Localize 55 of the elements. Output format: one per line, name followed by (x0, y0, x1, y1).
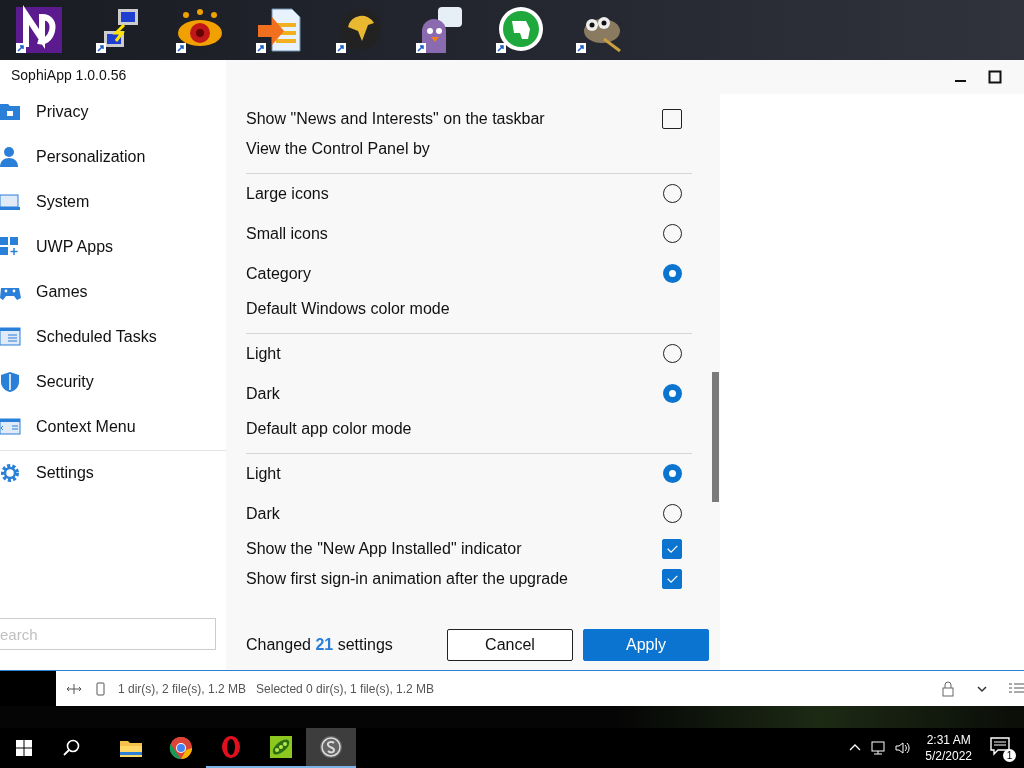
sidebar-item[interactable]: Scheduled Tasks (0, 314, 226, 360)
taskbar-app[interactable] (306, 728, 356, 768)
leaf-icon (269, 735, 293, 759)
ring-icon (219, 735, 243, 759)
option-label: Small icons (246, 224, 328, 243)
browser-icon (169, 736, 193, 760)
section-heading: View the Control Panel by (246, 138, 430, 159)
option-label: Light (246, 344, 281, 363)
network-icon[interactable] (871, 740, 888, 756)
option-label: Category (246, 264, 311, 283)
radio-button[interactable] (663, 464, 682, 484)
lock-icon[interactable] (940, 680, 956, 697)
check-icon (666, 574, 678, 583)
status-text: Selected 0 dir(s), 1 file(s), 1.2 MB (256, 681, 435, 696)
checkbox[interactable] (662, 538, 682, 559)
speaker-icon[interactable] (895, 740, 912, 756)
option-label: Light (246, 464, 281, 483)
sidebar-item[interactable]: Security (0, 359, 226, 405)
checklist-icon (0, 326, 22, 349)
sidebar-item[interactable]: Settings (0, 450, 226, 496)
sidebar-item[interactable]: Games (0, 269, 226, 315)
changes-summary: Changed 21 settings (246, 635, 394, 654)
setting-label: Show "News and Interests" on the taskbar (246, 109, 545, 128)
sidebar-item[interactable]: Personalization (0, 134, 226, 180)
check-icon (666, 544, 678, 553)
search-icon[interactable] (62, 738, 82, 758)
windows-logo-icon[interactable] (14, 738, 34, 758)
search-field[interactable]: earch (0, 618, 216, 651)
option-label: Large icons (246, 184, 329, 203)
section-heading: Default app color mode (246, 418, 412, 439)
option-label: Dark (246, 504, 280, 523)
radio-button[interactable] (663, 264, 682, 284)
checkbox[interactable] (662, 108, 682, 129)
option-label: Dark (246, 384, 280, 403)
cancel-button[interactable]: Cancel (447, 628, 573, 661)
setting-label: Show the "New App Installed" indicator (246, 539, 522, 558)
sidebar-item[interactable]: Privacy (0, 89, 226, 135)
logo-icon[interactable] (14, 4, 64, 55)
checkbox[interactable] (662, 568, 682, 589)
section-heading: Default Windows color mode (246, 298, 450, 319)
notification-count: 1 (1003, 749, 1016, 762)
maximize-icon[interactable] (988, 69, 1002, 84)
sidebar-item[interactable]: Context Menu (0, 404, 226, 450)
sidebar-item[interactable]: UWP Apps (0, 224, 226, 270)
sidebar-item[interactable]: System (0, 179, 226, 225)
radio-button[interactable] (663, 384, 682, 404)
status-text: 1 dir(s), 2 file(s), 1.2 MB (118, 681, 247, 696)
window-title: SophiApp 1.0.0.56 (10, 65, 128, 85)
clock[interactable]: 2:31 AM 5/2/2022 (925, 732, 972, 764)
gear-icon (0, 462, 22, 485)
disc-icon (319, 735, 343, 759)
bird-chat-icon[interactable] (414, 4, 464, 55)
apply-button[interactable]: Apply (583, 628, 709, 661)
setting-label: Show first sign-in animation after the upgrade (246, 569, 568, 588)
scrollbar-thumb[interactable] (712, 371, 719, 502)
